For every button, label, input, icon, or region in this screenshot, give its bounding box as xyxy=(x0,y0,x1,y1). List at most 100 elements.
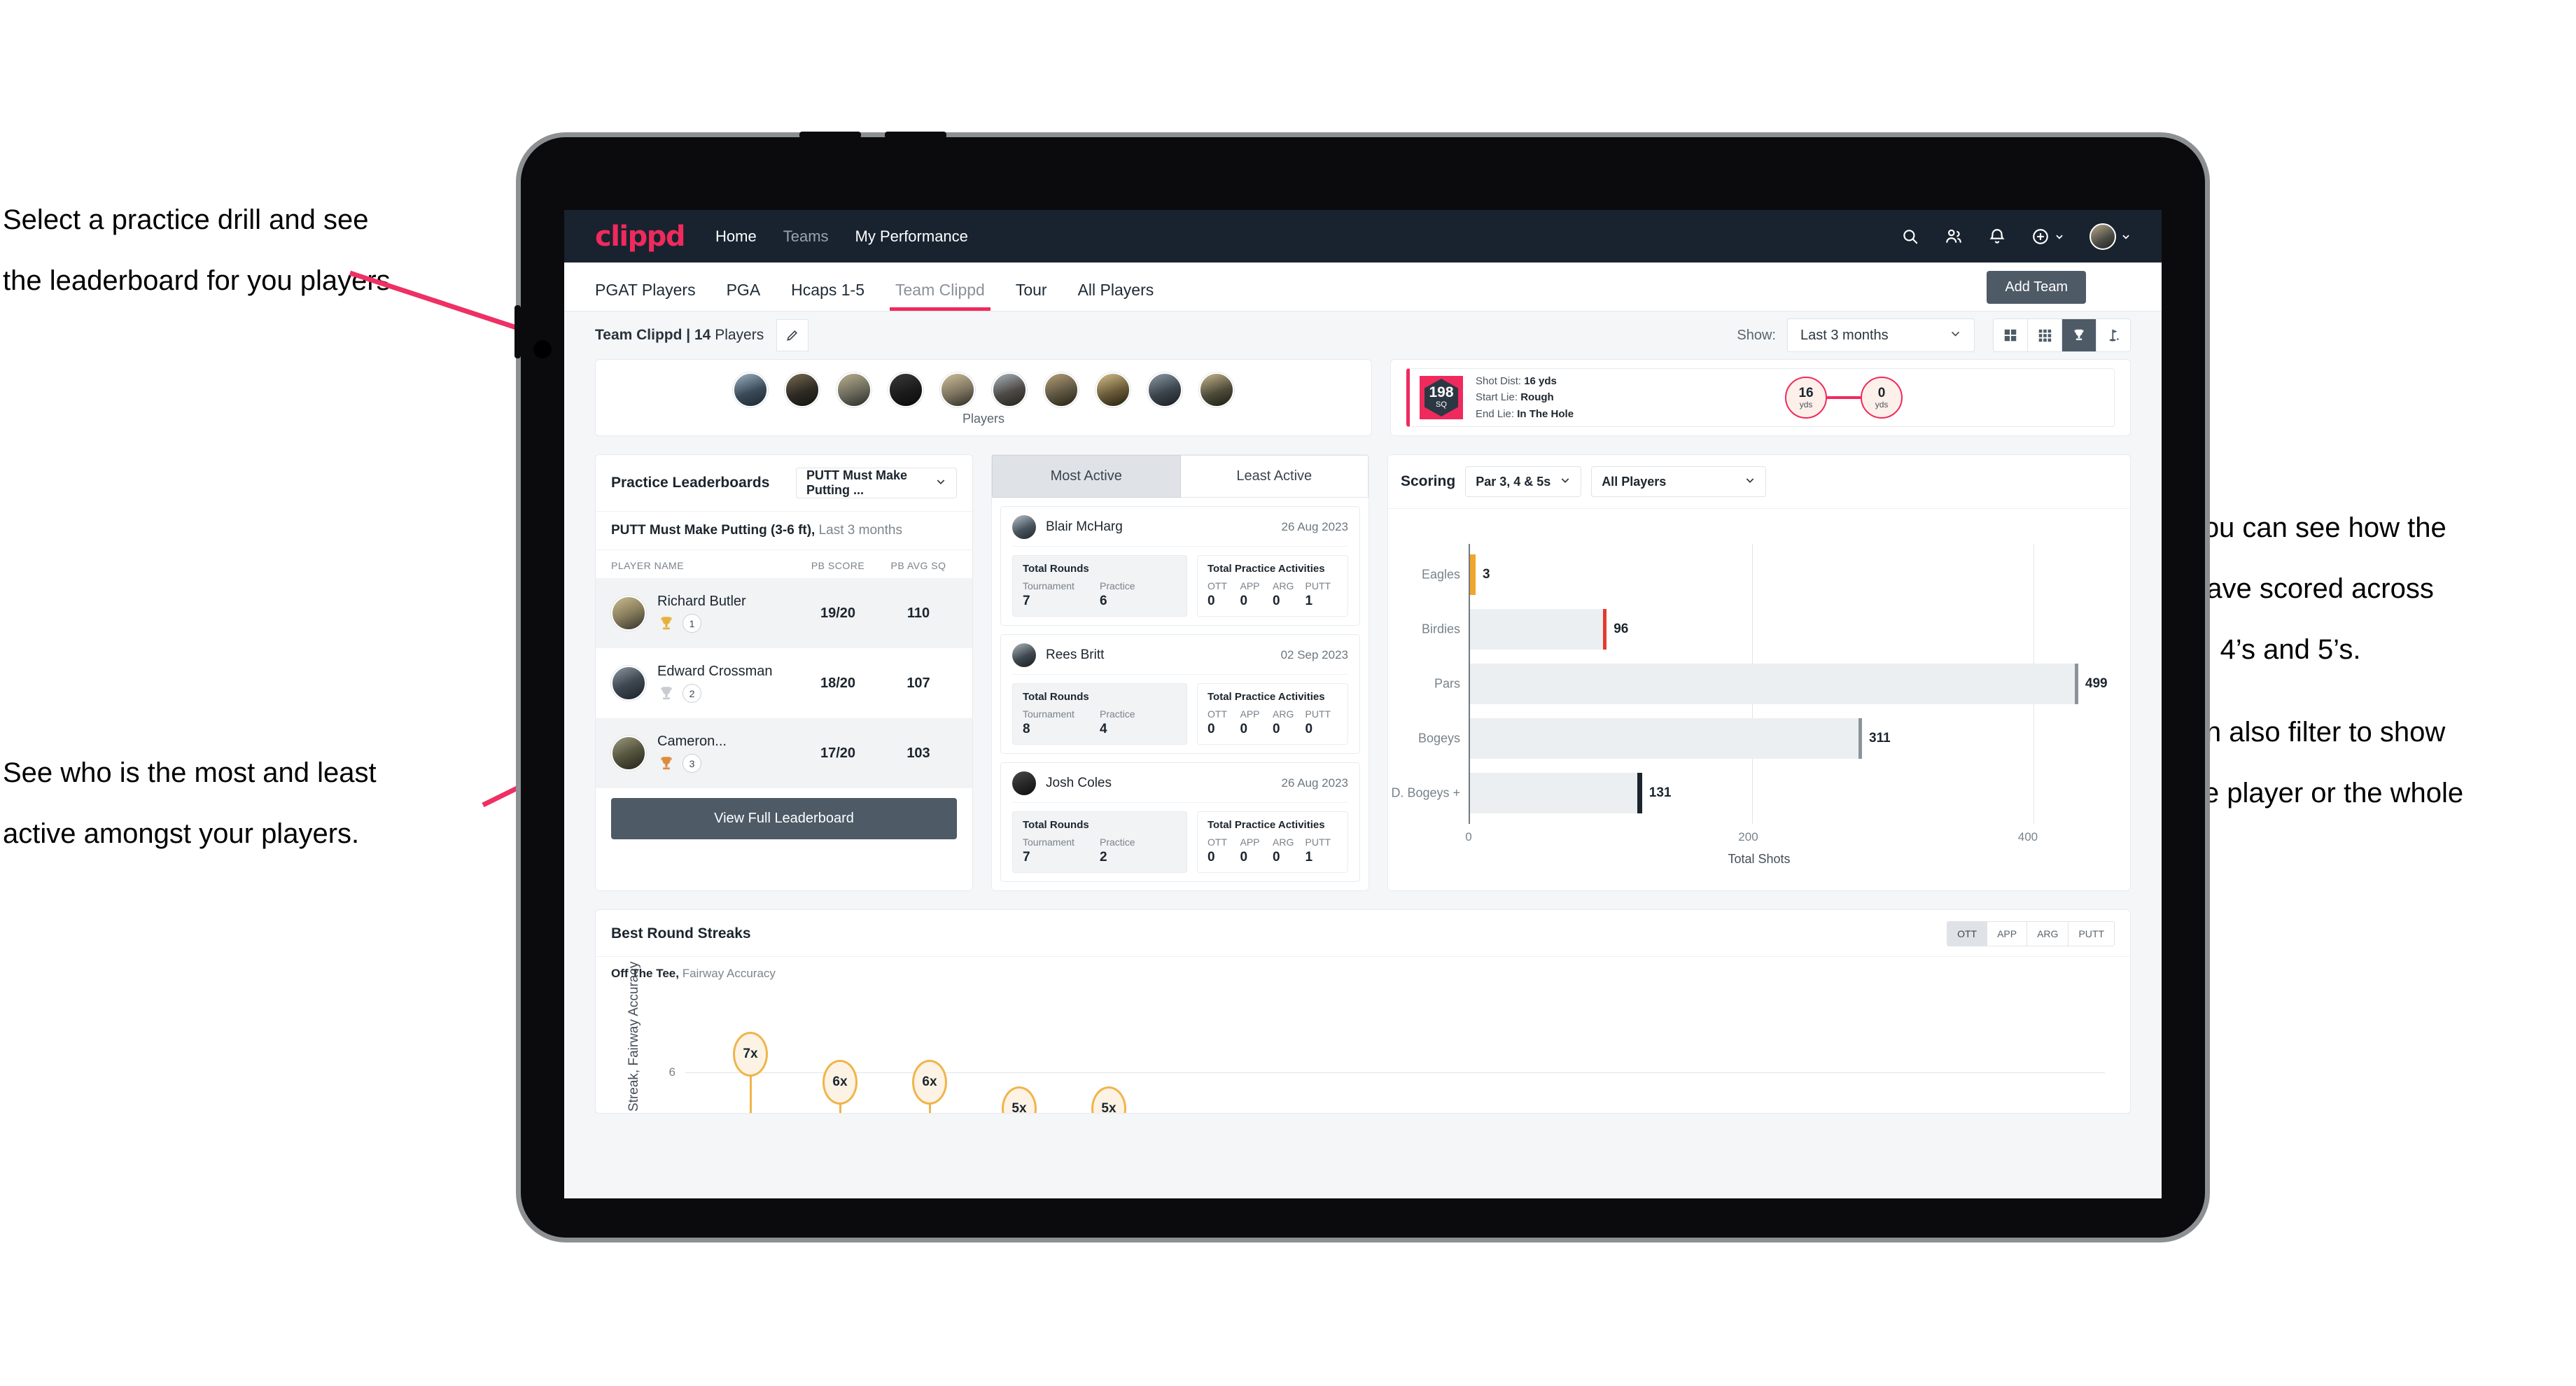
avatar xyxy=(611,736,646,771)
nav-link-home[interactable]: Home xyxy=(715,227,757,246)
bar-cap xyxy=(1603,609,1607,650)
nav-link-my-performance[interactable]: My Performance xyxy=(855,227,968,246)
table-row[interactable]: Edward Crossman 2 18/20 107 xyxy=(596,648,972,718)
total-rounds-header: Total Rounds xyxy=(1023,691,1089,703)
tab-pga[interactable]: PGA xyxy=(711,281,776,311)
app-value: 0 xyxy=(1240,722,1248,736)
bell-icon[interactable] xyxy=(1988,227,2006,246)
toggle-app[interactable]: APP xyxy=(1987,922,2028,946)
list-item[interactable]: Rees Britt 02 Sep 2023 Total Rounds Tour… xyxy=(1000,634,1360,754)
view-full-leaderboard-button[interactable]: View Full Leaderboard xyxy=(611,798,957,839)
streaks-y-axis-title: Streak, Fairway Accuracy xyxy=(626,961,641,1112)
player-avatar[interactable] xyxy=(888,372,923,407)
putt-value: 1 xyxy=(1305,850,1313,864)
hexagon-icon: 198 SQ xyxy=(1424,379,1458,416)
end-distance-unit: yds xyxy=(1875,399,1889,410)
x-tick-label: 200 xyxy=(1738,830,1758,844)
plus-circle-icon[interactable] xyxy=(2031,227,2064,246)
toggle-putt[interactable]: PUTT xyxy=(2068,922,2114,946)
ott-value: 0 xyxy=(1208,722,1215,736)
player-avatar[interactable] xyxy=(733,372,768,407)
clippd-logo[interactable]: clippd xyxy=(595,220,686,253)
data-point[interactable]: 5x xyxy=(1002,1086,1037,1113)
player-avatar[interactable] xyxy=(1199,372,1234,407)
avatar xyxy=(1012,515,1036,539)
total-practice-values: 0 0 0 0 xyxy=(1208,722,1338,737)
team-subheader: Team Clippd | 14 Players Show: Last 3 mo… xyxy=(564,312,2162,359)
pb-score-value: 19/20 xyxy=(820,605,856,621)
people-icon[interactable] xyxy=(1945,227,1963,246)
trophy-icon xyxy=(661,686,672,699)
app-value: 0 xyxy=(1240,850,1248,864)
chevron-down-icon xyxy=(1949,328,1961,344)
tab-tour[interactable]: Tour xyxy=(1000,281,1063,311)
tab-team-clippd[interactable]: Team Clippd xyxy=(880,281,1000,311)
player-name: Richard Butler xyxy=(657,594,746,609)
player-avatar[interactable] xyxy=(1044,372,1079,407)
data-point[interactable]: 6x xyxy=(912,1060,947,1105)
tournament-value: 7 xyxy=(1023,850,1030,864)
avatar xyxy=(1012,643,1036,667)
tab-all-players[interactable]: All Players xyxy=(1063,281,1170,311)
bar-value: 311 xyxy=(1869,731,1891,746)
search-icon[interactable] xyxy=(1901,227,1919,246)
edit-team-button[interactable] xyxy=(776,319,809,351)
activity-card-list: Blair McHarg 26 Aug 2023 Total Rounds To… xyxy=(992,498,1368,890)
trophy-icon[interactable] xyxy=(2062,319,2096,351)
data-point[interactable]: 6x xyxy=(822,1060,858,1105)
player-avatar[interactable] xyxy=(992,372,1027,407)
team-title-bold: Team Clippd | 14 xyxy=(595,327,711,343)
player-avatar[interactable] xyxy=(836,372,872,407)
player-avatar[interactable] xyxy=(1147,372,1182,407)
avatar xyxy=(611,666,646,701)
flag-icon[interactable] xyxy=(2096,319,2130,351)
player-avatar[interactable] xyxy=(940,372,975,407)
total-rounds-values: 7 2 xyxy=(1023,850,1177,865)
drill-select[interactable]: PUTT Must Make Putting ... xyxy=(796,468,957,498)
tablet-device: clippd Home Teams My Performance PGAT Pl… xyxy=(514,132,2205,1238)
par-filter-select[interactable]: Par 3, 4 & 5s xyxy=(1465,466,1582,497)
avatar[interactable] xyxy=(2090,223,2131,250)
data-point[interactable]: 7x xyxy=(733,1032,768,1077)
player-avatar[interactable] xyxy=(1096,372,1130,407)
grid-large-icon[interactable] xyxy=(1994,319,2028,351)
device-side-button xyxy=(514,305,521,358)
activity-card-header: Blair McHarg 26 Aug 2023 xyxy=(1012,515,1348,547)
player-filter-select[interactable]: All Players xyxy=(1591,466,1767,497)
grid-small-icon[interactable] xyxy=(2028,319,2062,351)
nav-link-teams[interactable]: Teams xyxy=(783,227,829,246)
players-strip-card: Players xyxy=(595,359,1372,436)
table-row[interactable]: Richard Butler 1 19/20 110 xyxy=(596,578,972,648)
list-item[interactable]: Josh Coles 26 Aug 2023 Total Rounds Tour… xyxy=(1000,762,1360,882)
activity-card-header: Rees Britt 02 Sep 2023 xyxy=(1012,643,1348,675)
leaderboard-column-headers: PLAYER NAME PB SCORE PB AVG SQ xyxy=(596,550,972,578)
total-practice-values: 0 0 0 1 xyxy=(1208,594,1338,609)
leaderboard-player: Edward Crossman 2 xyxy=(657,664,796,703)
table-row[interactable]: Cameron... 3 17/20 103 xyxy=(596,718,972,788)
tab-hcaps-1-5[interactable]: Hcaps 1-5 xyxy=(776,281,880,311)
total-rounds-box: Total Rounds Tournament Practice 7 6 xyxy=(1012,555,1187,617)
total-rounds-header: Total Rounds xyxy=(1023,819,1089,831)
x-axis-title: Total Shots xyxy=(1728,852,1791,866)
add-team-button[interactable]: Add Team xyxy=(1987,271,2086,304)
player-rank-meta: 3 xyxy=(657,754,796,773)
tab-pgat-players[interactable]: PGAT Players xyxy=(595,281,711,311)
tab-least-active[interactable]: Least Active xyxy=(1180,455,1368,498)
col-ott: OTT xyxy=(1208,708,1227,720)
player-avatar[interactable] xyxy=(785,372,820,407)
list-item[interactable]: Blair McHarg 26 Aug 2023 Total Rounds To… xyxy=(1000,506,1360,626)
start-lie-line: Start Lie: Rough xyxy=(1476,389,1574,405)
total-rounds-columns: Tournament Practice xyxy=(1023,708,1177,720)
toggle-arg[interactable]: ARG xyxy=(2027,922,2069,946)
data-point[interactable]: 5x xyxy=(1091,1086,1126,1113)
show-range-select[interactable]: Last 3 months xyxy=(1787,318,1975,352)
start-distance-unit: yds xyxy=(1799,399,1813,410)
col-tournament: Tournament xyxy=(1023,836,1074,848)
streaks-title: Best Round Streaks xyxy=(611,925,751,941)
col-arg: ARG xyxy=(1273,708,1294,720)
streaks-subtitle-bold: Off The Tee, xyxy=(611,967,679,980)
tab-most-active[interactable]: Most Active xyxy=(992,455,1181,498)
show-range-value: Last 3 months xyxy=(1800,327,1889,343)
toggle-ott[interactable]: OTT xyxy=(1947,922,1988,946)
total-practice-columns: OTT APP ARG PUTT xyxy=(1208,580,1338,592)
